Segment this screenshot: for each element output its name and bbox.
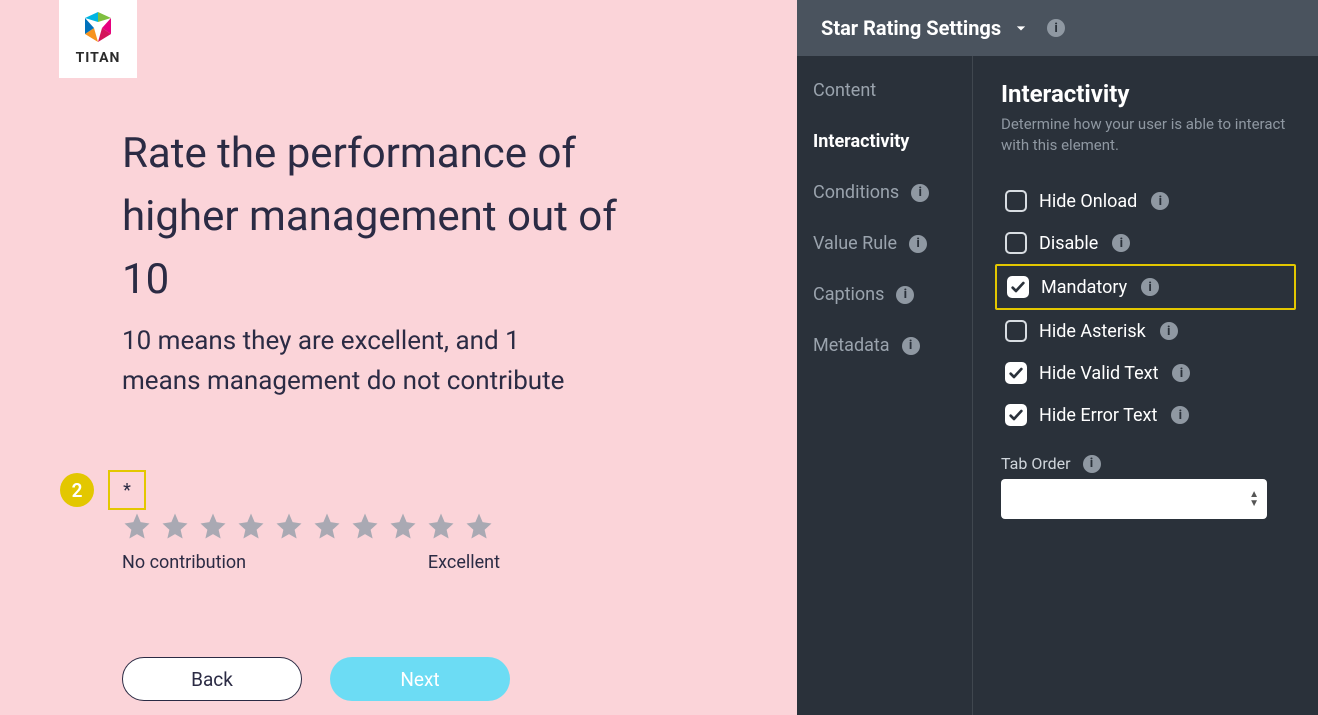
nav-conditions-label: Conditions (813, 182, 899, 203)
form-preview: TITAN Rate the performance of higher man… (0, 0, 797, 715)
star-icon[interactable] (388, 511, 418, 541)
star-icon[interactable] (236, 511, 266, 541)
chevron-down-icon (1011, 18, 1031, 38)
star-icon[interactable] (312, 511, 342, 541)
option-disable[interactable]: Disable i (1001, 222, 1290, 264)
settings-header[interactable]: Star Rating Settings i (797, 0, 1318, 56)
low-label: No contribution (122, 552, 246, 573)
option-hide-error-text[interactable]: Hide Error Text i (1001, 394, 1290, 436)
star-icon[interactable] (464, 511, 494, 541)
checkbox-hide-valid-text[interactable] (1005, 362, 1027, 384)
settings-content: Interactivity Determine how your user is… (973, 56, 1318, 715)
checkbox-hide-asterisk[interactable] (1005, 320, 1027, 342)
star-rating-labels: No contribution Excellent (122, 552, 500, 573)
star-icon[interactable] (122, 511, 152, 541)
tab-order-input[interactable]: ▲▼ (1001, 479, 1267, 519)
option-hide-valid-text-label: Hide Valid Text (1039, 363, 1158, 384)
info-icon[interactable]: i (896, 286, 914, 304)
star-rating[interactable] (122, 511, 494, 541)
settings-panel: 1 Star Rating Settings i Content Interac… (797, 0, 1318, 715)
star-icon[interactable] (274, 511, 304, 541)
star-icon[interactable] (198, 511, 228, 541)
titan-logo-text: TITAN (76, 50, 121, 66)
option-hide-valid-text[interactable]: Hide Valid Text i (1001, 352, 1290, 394)
option-hide-asterisk[interactable]: Hide Asterisk i (1001, 310, 1290, 352)
info-icon[interactable]: i (1172, 364, 1190, 382)
info-icon[interactable]: i (909, 235, 927, 253)
nav-content-label: Content (813, 80, 876, 101)
next-button[interactable]: Next (330, 657, 510, 701)
tab-order-label-row: Tab Order i (1001, 454, 1290, 473)
nav-captions-label: Captions (813, 284, 884, 305)
nav-buttons: Back Next (122, 657, 510, 701)
info-icon[interactable]: i (1171, 406, 1189, 424)
info-icon[interactable]: i (1112, 234, 1130, 252)
settings-nav: Content Interactivity Conditions i Value… (797, 56, 973, 715)
annotation-2-badge: 2 (60, 473, 94, 507)
info-icon[interactable]: i (902, 337, 920, 355)
star-icon[interactable] (350, 511, 380, 541)
section-desc: Determine how your user is able to inter… (1001, 114, 1290, 156)
titan-logo-icon (78, 12, 118, 48)
nav-value-rule[interactable]: Value Rule i (813, 233, 960, 254)
back-button[interactable]: Back (122, 657, 302, 701)
option-hide-error-text-label: Hide Error Text (1039, 405, 1157, 426)
settings-header-title: Star Rating Settings (821, 16, 1001, 40)
checkbox-hide-error-text[interactable] (1005, 404, 1027, 426)
star-icon[interactable] (160, 511, 190, 541)
checkbox-hide-onload[interactable] (1005, 190, 1027, 212)
option-hide-onload-label: Hide Onload (1039, 191, 1137, 212)
form-heading: Rate the performance of higher managemen… (122, 122, 622, 311)
nav-interactivity[interactable]: Interactivity (813, 131, 960, 152)
high-label: Excellent (428, 552, 500, 573)
info-icon[interactable]: i (1160, 322, 1178, 340)
form-subheading: 10 means they are excellent, and 1 means… (122, 321, 602, 402)
nav-metadata-label: Metadata (813, 335, 890, 356)
section-title: Interactivity (1001, 80, 1290, 108)
info-icon[interactable]: i (1083, 455, 1101, 473)
star-icon[interactable] (426, 511, 456, 541)
tab-order-label: Tab Order (1001, 454, 1071, 473)
nav-interactivity-label: Interactivity (813, 131, 909, 152)
checkbox-mandatory[interactable] (1007, 276, 1029, 298)
option-disable-label: Disable (1039, 233, 1098, 254)
nav-value-rule-label: Value Rule (813, 233, 897, 254)
checkbox-disable[interactable] (1005, 232, 1027, 254)
mandatory-asterisk: * (108, 470, 146, 510)
info-icon[interactable]: i (1151, 192, 1169, 210)
option-hide-asterisk-label: Hide Asterisk (1039, 321, 1146, 342)
info-icon[interactable]: i (1047, 19, 1065, 37)
info-icon[interactable]: i (1141, 278, 1159, 296)
option-hide-onload[interactable]: Hide Onload i (1001, 180, 1290, 222)
option-mandatory[interactable]: Mandatory i (995, 264, 1296, 310)
titan-logo: TITAN (59, 0, 137, 78)
option-mandatory-label: Mandatory (1041, 277, 1127, 298)
stepper-arrows-icon[interactable]: ▲▼ (1249, 490, 1259, 508)
nav-captions[interactable]: Captions i (813, 284, 960, 305)
nav-conditions[interactable]: Conditions i (813, 182, 960, 203)
nav-metadata[interactable]: Metadata i (813, 335, 960, 356)
info-icon[interactable]: i (911, 184, 929, 202)
nav-content[interactable]: Content (813, 80, 960, 101)
